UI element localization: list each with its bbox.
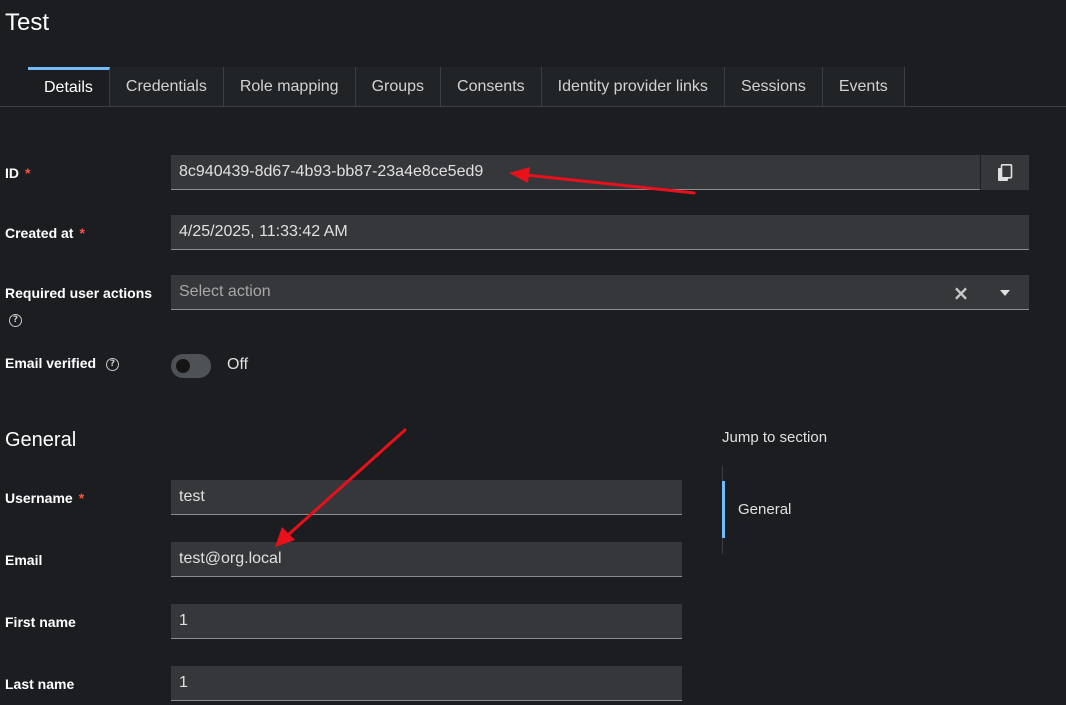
tab-consents[interactable]: Consents [441, 67, 542, 106]
select-controls: × [941, 275, 1029, 310]
username-value: test [179, 488, 205, 505]
username-label: Username * [5, 490, 84, 506]
required-marker: * [78, 490, 85, 506]
id-label-text: ID [5, 165, 19, 181]
copy-icon [998, 163, 1013, 181]
id-label: ID * [5, 165, 30, 181]
id-value: 8c940439-8d67-4b93-bb87-23a4e8ce5ed9 [179, 163, 484, 180]
copy-id-button[interactable] [980, 155, 1029, 190]
email-value: test@org.local [179, 550, 282, 567]
first-name-input[interactable]: 1 [171, 604, 682, 639]
required-actions-help[interactable]: ? [9, 312, 22, 330]
select-action-placeholder: Select action [179, 283, 271, 300]
last-name-input[interactable]: 1 [171, 666, 682, 701]
tab-sessions[interactable]: Sessions [725, 67, 823, 106]
username-label-text: Username [5, 490, 73, 506]
first-name-value: 1 [179, 612, 188, 629]
created-at-value: 4/25/2025, 11:33:42 AM [179, 223, 348, 240]
close-icon[interactable]: × [941, 281, 981, 305]
email-verified-label: Email verified ? [5, 355, 119, 371]
created-at-label-text: Created at [5, 225, 74, 241]
tab-bar: Details Credentials Role mapping Groups … [0, 67, 1066, 107]
email-label: Email [5, 552, 43, 568]
required-user-actions-select[interactable]: Select action × [171, 275, 1029, 310]
created-at-label: Created at * [5, 225, 85, 241]
created-at-field[interactable]: 4/25/2025, 11:33:42 AM [171, 215, 1029, 250]
tab-strip: Details Credentials Role mapping Groups … [28, 67, 905, 106]
required-marker: * [25, 165, 31, 181]
help-circle-icon[interactable]: ? [9, 314, 22, 328]
email-verified-label-text: Email verified [5, 355, 97, 371]
email-input[interactable]: test@org.local [171, 542, 682, 577]
tab-role-mapping[interactable]: Role mapping [224, 67, 356, 106]
general-section-title: General [5, 429, 77, 451]
toggle-knob [176, 359, 190, 373]
last-name-label: Last name [5, 676, 75, 692]
email-verified-toggle[interactable] [171, 354, 211, 378]
last-name-value: 1 [179, 674, 188, 691]
id-field[interactable]: 8c940439-8d67-4b93-bb87-23a4e8ce5ed9 [171, 155, 980, 190]
required-user-actions-label: Required user actions [5, 285, 153, 301]
jump-to-section-title: Jump to section [722, 429, 828, 446]
first-name-label: First name [5, 614, 76, 630]
jump-link-general[interactable]: General [722, 481, 791, 538]
tab-credentials[interactable]: Credentials [110, 67, 224, 106]
tab-details[interactable]: Details [28, 67, 110, 106]
user-details-page: Test Details Credentials Role mapping Gr… [0, 0, 1066, 705]
email-verified-state: Off [227, 356, 249, 373]
required-marker: * [79, 225, 85, 241]
tab-identity-provider-links[interactable]: Identity provider links [542, 67, 725, 106]
help-circle-icon[interactable]: ? [105, 357, 119, 371]
tab-bar-divider [0, 106, 1066, 107]
tab-events[interactable]: Events [823, 67, 905, 106]
caret-down-icon[interactable] [981, 289, 1029, 296]
username-input[interactable]: test [171, 480, 682, 515]
tab-groups[interactable]: Groups [356, 67, 442, 106]
page-title: Test [5, 9, 50, 36]
